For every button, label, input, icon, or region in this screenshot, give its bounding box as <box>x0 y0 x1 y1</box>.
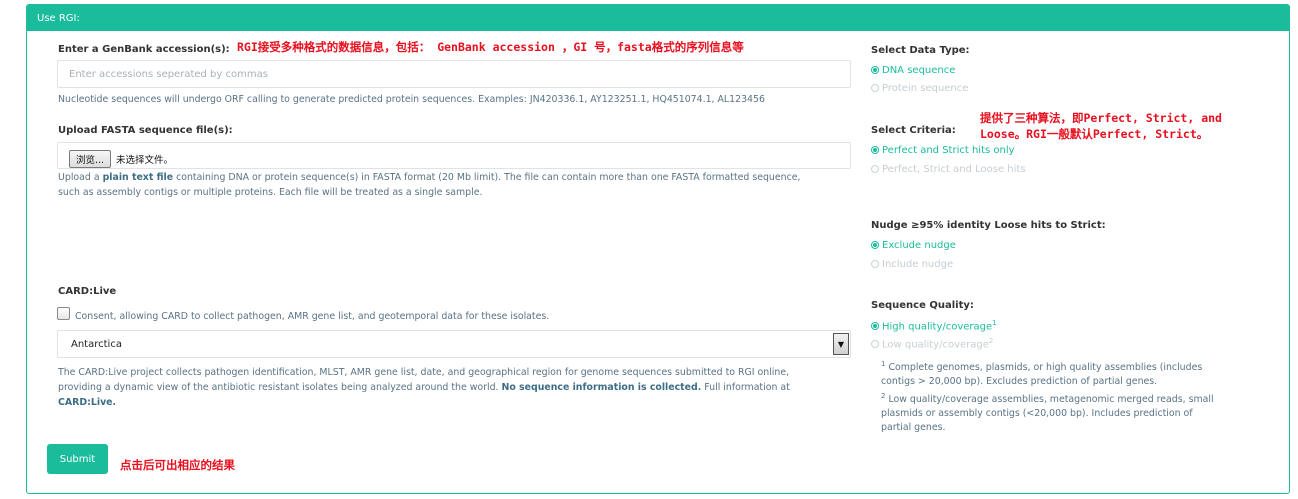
criteria-label: Select Criteria: <box>871 125 956 136</box>
radio-checked-icon <box>871 146 879 154</box>
radio-high-quality[interactable]: High quality/coverage1 <box>871 319 997 332</box>
radio-low-quality[interactable]: Low quality/coverage2 <box>871 337 993 350</box>
radio-unchecked-icon <box>871 165 879 173</box>
chevron-down-icon[interactable]: ▼ <box>833 333 849 355</box>
no-file-text: 未选择文件。 <box>116 155 174 166</box>
genbank-input[interactable]: Enter accessions seperated by commas <box>57 60 851 88</box>
radio-dna-sequence[interactable]: DNA sequence <box>871 65 955 76</box>
radio-checked-icon <box>871 241 879 249</box>
radio-exclude-nudge[interactable]: Exclude nudge <box>871 240 956 251</box>
cardlive-help: The CARD:Live project collects pathogen … <box>58 367 790 408</box>
fasta-label: Upload FASTA sequence file(s): <box>58 125 233 136</box>
radio-checked-icon <box>871 322 879 331</box>
radio-checked-icon <box>871 66 879 74</box>
radio-include-nudge[interactable]: Include nudge <box>871 259 953 270</box>
plain-text-file-link[interactable]: plain text file <box>103 172 174 183</box>
data-type-label: Select Data Type: <box>871 45 970 56</box>
fasta-help: Upload a plain text file containing DNA … <box>58 172 801 198</box>
nudge-label: Nudge ≥95% identity Loose hits to Strict… <box>871 220 1106 231</box>
radio-perfect-strict[interactable]: Perfect and Strict hits only <box>871 145 1015 156</box>
quality-footnotes: 1 Complete genomes, plasmids, or high qu… <box>881 360 1214 434</box>
region-selected-value: Antarctica <box>71 339 122 350</box>
annotation-formats: RGI接受多种格式的数据信息，包括： GenBank accession ，GI… <box>237 40 744 54</box>
radio-unchecked-icon <box>871 340 879 349</box>
quality-label: Sequence Quality: <box>871 300 974 311</box>
annotation-criteria: 提供了三种算法，即Perfect, Strict, and Loose。RGI一… <box>980 111 1222 141</box>
submit-button[interactable]: Submit <box>47 444 108 474</box>
radio-perfect-strict-loose[interactable]: Perfect, Strict and Loose hits <box>871 164 1026 175</box>
fasta-file-input[interactable]: 浏览... 未选择文件。 <box>57 142 851 169</box>
cardlive-link[interactable]: CARD:Live. <box>58 397 116 408</box>
browse-button[interactable]: 浏览... <box>69 150 112 168</box>
annotation-submit: 点击后可出相应的结果 <box>120 458 235 472</box>
panel-title: Use RGI: <box>27 5 1289 31</box>
cardlive-label: CARD:Live <box>58 286 117 297</box>
genbank-label: Enter a GenBank accession(s): <box>58 44 230 55</box>
radio-protein-sequence[interactable]: Protein sequence <box>871 83 968 94</box>
radio-unchecked-icon <box>871 260 879 268</box>
region-select[interactable]: Antarctica ▼ <box>57 330 851 358</box>
genbank-placeholder: Enter accessions seperated by commas <box>69 69 268 80</box>
genbank-help: Nucleotide sequences will undergo ORF ca… <box>58 94 765 105</box>
consent-checkbox[interactable] <box>57 307 70 320</box>
consent-text: Consent, allowing CARD to collect pathog… <box>75 311 550 322</box>
radio-unchecked-icon <box>871 84 879 92</box>
